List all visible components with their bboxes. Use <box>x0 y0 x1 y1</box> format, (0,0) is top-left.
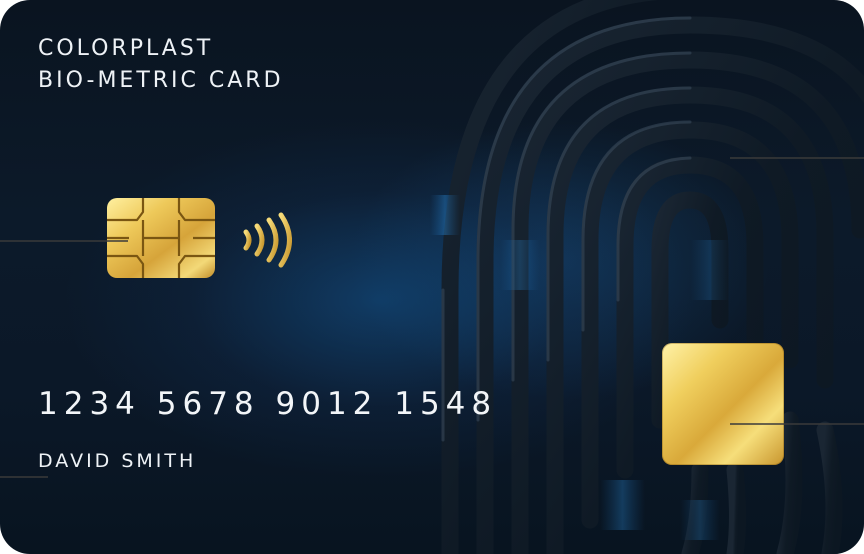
card-number: 1234 5678 9012 1548 <box>38 386 498 422</box>
contactless-icon <box>243 212 292 268</box>
card-brand: COLORPLAST <box>38 36 214 61</box>
card-type: BIO-METRIC CARD <box>38 68 284 93</box>
emv-chip-icon <box>107 198 215 278</box>
biometric-card: COLORPLAST BIO-METRIC CARD 1234 5678 901… <box>0 0 864 554</box>
stage: COLORPLAST BIO-METRIC CARD 1234 5678 901… <box>0 0 864 554</box>
cardholder-name: DAVID SMITH <box>38 450 197 472</box>
fingerprint-sensor <box>662 343 784 465</box>
